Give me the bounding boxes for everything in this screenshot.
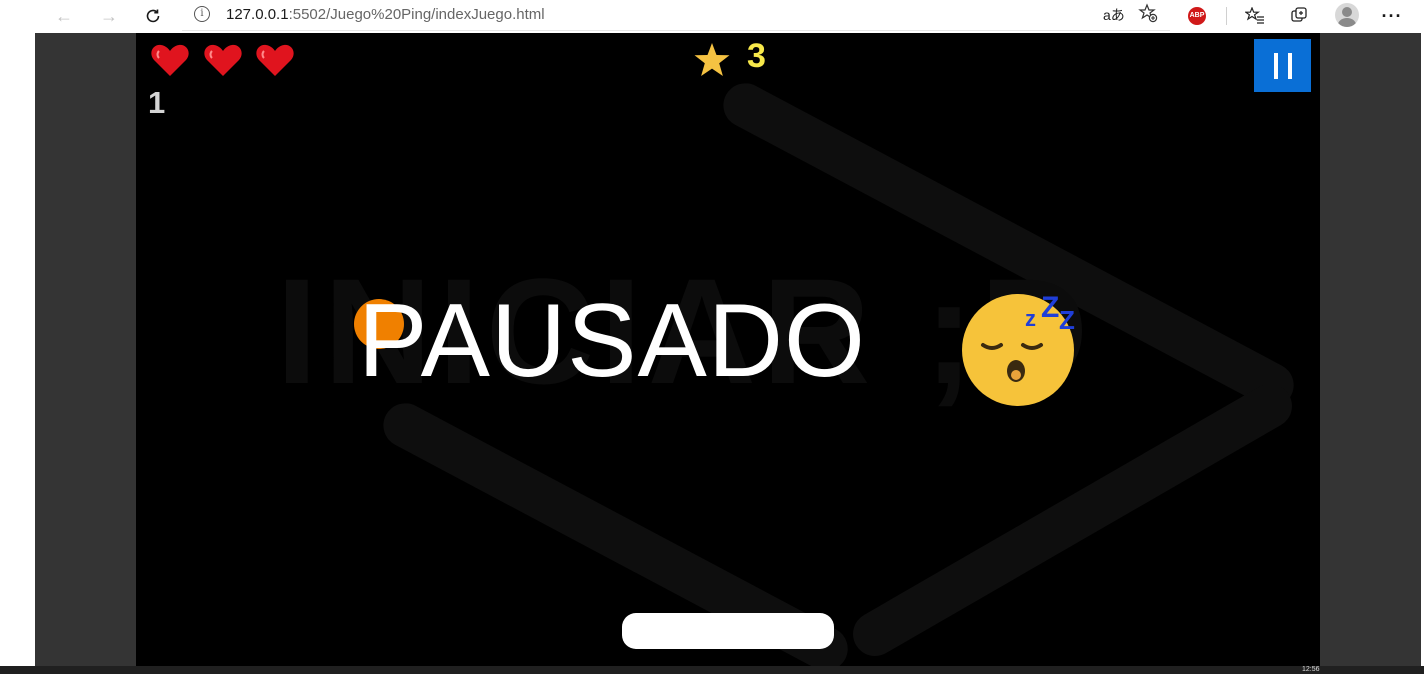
svg-text:Z: Z: [1059, 305, 1075, 335]
star-icon: [694, 43, 730, 76]
back-icon[interactable]: ←: [50, 3, 78, 29]
level-number: 1: [148, 85, 166, 120]
site-info-icon[interactable]: i: [194, 6, 210, 22]
pause-icon: [1287, 52, 1292, 79]
browser-toolbar: ← → i 127.0.0.1:5502/Juego%20Ping/indexJ…: [0, 0, 1424, 33]
add-favorite-icon[interactable]: [1138, 3, 1158, 26]
heart-icon: [204, 44, 242, 76]
heart-icon: [151, 44, 189, 76]
score-value: 3: [747, 37, 766, 75]
heart-icon: [256, 44, 294, 76]
pause-icon: [1273, 52, 1278, 79]
more-options-icon[interactable]: ···: [1378, 3, 1406, 29]
sleeping-face-icon: z Z Z: [962, 291, 1075, 406]
pause-button[interactable]: [1254, 39, 1311, 92]
taskbar-clock: 12:56: [1302, 666, 1320, 673]
svg-text:Z: Z: [1041, 291, 1059, 324]
adblock-extension-icon[interactable]: ABP: [1188, 7, 1206, 25]
taskbar: [0, 666, 1424, 674]
refresh-icon[interactable]: [139, 3, 167, 29]
page-viewport: INICIAR ;D 1 3 PAUSADO z Z Z: [35, 33, 1421, 674]
read-aloud-icon[interactable]: aあ: [1103, 5, 1125, 25]
game-canvas[interactable]: INICIAR ;D 1 3 PAUSADO z Z Z: [136, 33, 1320, 666]
player-paddle[interactable]: [622, 613, 834, 649]
svg-text:z: z: [1025, 306, 1036, 331]
address-bar[interactable]: i 127.0.0.1:5502/Juego%20Ping/indexJuego…: [182, 0, 1170, 31]
forward-icon[interactable]: →: [95, 3, 123, 29]
favorites-icon[interactable]: [1241, 3, 1269, 29]
collections-icon[interactable]: [1285, 3, 1313, 29]
background-line: [845, 375, 1301, 665]
toolbar-separator: [1226, 7, 1227, 25]
paused-title: PAUSADO: [358, 283, 866, 399]
url-text[interactable]: 127.0.0.1:5502/Juego%20Ping/indexJuego.h…: [226, 6, 545, 23]
profile-avatar[interactable]: [1335, 3, 1359, 27]
